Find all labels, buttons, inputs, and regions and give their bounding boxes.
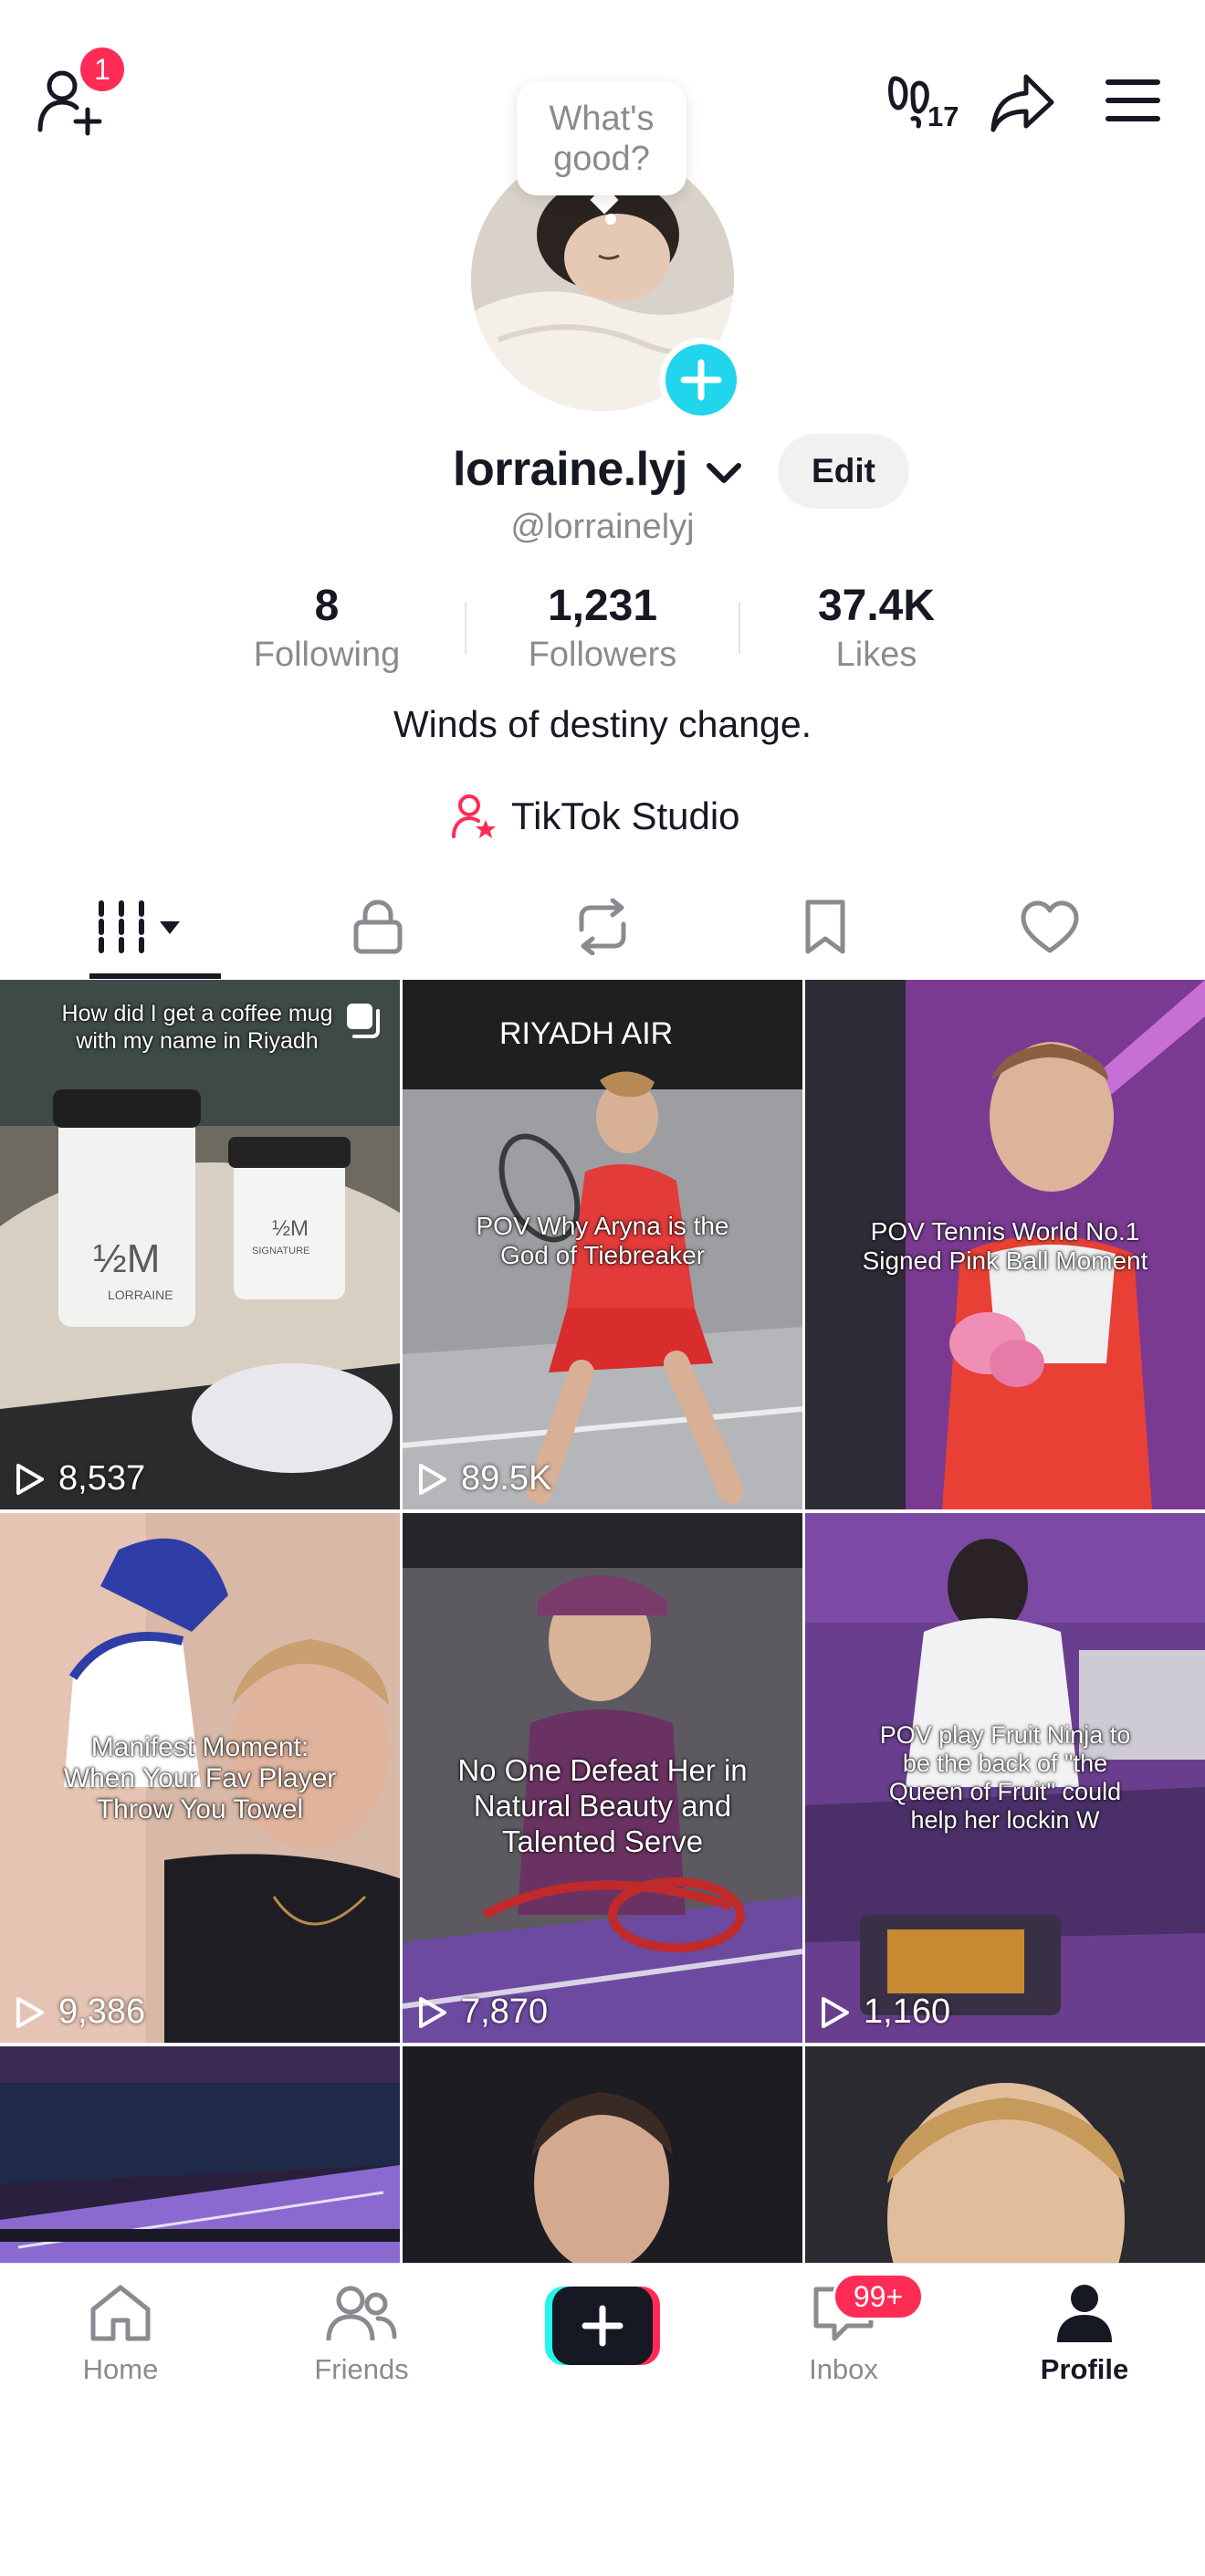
tiktok-studio-label: TikTok Studio bbox=[511, 794, 740, 837]
tab-videos[interactable] bbox=[22, 877, 263, 977]
home-icon bbox=[90, 2285, 151, 2341]
menu-button[interactable] bbox=[1105, 77, 1161, 124]
play-icon bbox=[419, 1463, 446, 1495]
share-button[interactable] bbox=[990, 69, 1055, 135]
inbox-badge: 99+ bbox=[833, 2273, 924, 2320]
repost-icon bbox=[579, 899, 626, 955]
play-icon bbox=[16, 1463, 44, 1495]
nav-profile-label: Profile bbox=[1040, 2353, 1129, 2385]
video-views-count: 1,160 bbox=[864, 1992, 951, 2031]
tab-saved[interactable] bbox=[705, 877, 946, 977]
video-views-count: 9,386 bbox=[58, 1992, 146, 2031]
studio-user-star-icon bbox=[452, 794, 496, 838]
video-tile[interactable]: POV play Fruit Ninja to be the back of "… bbox=[805, 1513, 1205, 2043]
stat-followers[interactable]: 1,231 Followers bbox=[484, 581, 721, 678]
video-caption: POV play Fruit Ninja to be the back of "… bbox=[879, 1721, 1131, 1834]
video-views-count: 89.5K bbox=[461, 1459, 552, 1498]
video-thumbnail: ½M LORRAINE ½M SIGNATURE bbox=[0, 980, 400, 1509]
mug-name-text: LORRAINE bbox=[108, 1288, 173, 1302]
friends-icon bbox=[326, 2286, 397, 2341]
bubble-line1: What's bbox=[549, 100, 655, 138]
play-icon bbox=[16, 1996, 44, 2028]
bookmark-icon bbox=[805, 899, 845, 954]
play-icon bbox=[419, 1996, 446, 2028]
plus-icon bbox=[545, 2287, 660, 2365]
video-thumbnail bbox=[0, 2046, 400, 2266]
share-icon bbox=[990, 74, 1054, 132]
stat-likes-label: Likes bbox=[835, 636, 917, 674]
mug-sub-text: SIGNATURE bbox=[252, 1246, 309, 1256]
stat-following-label: Following bbox=[253, 636, 401, 674]
stat-followers-value: 1,231 bbox=[547, 582, 658, 630]
video-caption: No One Defeat Her in Natural Beauty and … bbox=[457, 1753, 748, 1858]
video-thumbnail bbox=[403, 2046, 802, 2271]
display-name-text: lorraine.lyj bbox=[453, 443, 688, 496]
chevron-down-icon bbox=[706, 463, 741, 484]
nav-profile[interactable]: Profile bbox=[964, 2282, 1205, 2386]
hamburger-icon bbox=[1105, 79, 1160, 121]
video-tile[interactable]: POV Tennis World No.1 Signed Pink Ball M… bbox=[805, 980, 1205, 1509]
bio-text: Winds of destiny change. bbox=[393, 703, 812, 745]
username-count-label: 17 bbox=[927, 100, 959, 132]
plus-icon bbox=[680, 359, 722, 401]
video-views: 1,160 bbox=[820, 1992, 950, 2032]
multi-photo-icon bbox=[347, 1004, 380, 1038]
video-views: 89.5K bbox=[417, 1459, 551, 1498]
video-caption: POV Tennis World No.1 Signed Pink Ball M… bbox=[862, 1217, 1148, 1275]
video-views-count: 8,537 bbox=[58, 1459, 146, 1498]
video-thumbnail bbox=[805, 2046, 1205, 2357]
stat-likes-value: 37.4K bbox=[817, 582, 936, 630]
lock-icon bbox=[353, 899, 403, 954]
sponsor-banner-text: RIYADH AIR bbox=[499, 1016, 673, 1051]
video-views: 9,386 bbox=[15, 1992, 145, 2032]
video-caption: How did I get a coffee mug with my name … bbox=[61, 1001, 333, 1054]
video-tile[interactable]: ½M LORRAINE ½M SIGNATURE How did I get a… bbox=[0, 980, 400, 1509]
bubble-line2: good? bbox=[553, 140, 650, 178]
video-caption: Manifest Moment: When Your Fav Player Th… bbox=[63, 1732, 337, 1824]
tab-liked[interactable] bbox=[929, 877, 1170, 977]
bottom-nav: Home Friends Inbox 99+ Profile bbox=[0, 2263, 1205, 2491]
mug-brand-text-2: ½M bbox=[272, 1216, 309, 1241]
username-count-button[interactable]: 17 bbox=[887, 73, 964, 133]
stat-divider bbox=[739, 603, 740, 654]
create-button[interactable] bbox=[545, 2287, 660, 2365]
nav-inbox-label: Inbox bbox=[809, 2353, 878, 2385]
mug-brand-text: ½M bbox=[93, 1236, 160, 1281]
bubble-dot bbox=[605, 214, 616, 225]
tiktok-studio-link[interactable]: TikTok Studio bbox=[451, 789, 740, 844]
stat-following-value: 8 bbox=[314, 582, 340, 630]
grid-icon bbox=[99, 900, 180, 953]
active-tab-underline bbox=[89, 973, 221, 979]
video-views: 8,537 bbox=[15, 1459, 145, 1498]
status-bubble[interactable]: What's good? bbox=[517, 82, 686, 195]
add-avatar-button[interactable] bbox=[659, 338, 743, 422]
stat-followers-label: Followers bbox=[528, 636, 677, 674]
stat-divider bbox=[465, 603, 466, 654]
video-tile[interactable]: No One Defeat Her in Natural Beauty and … bbox=[403, 1513, 802, 2043]
video-caption: POV Why Aryna is the God of Tiebreaker bbox=[476, 1212, 729, 1269]
stat-likes[interactable]: 37.4K Likes bbox=[758, 581, 995, 678]
display-name[interactable]: lorraine.lyj bbox=[453, 442, 742, 497]
nav-home-label: Home bbox=[82, 2353, 159, 2385]
play-icon bbox=[822, 1996, 849, 2028]
video-views: 7,870 bbox=[417, 1992, 548, 2032]
video-tile[interactable]: Manifest Moment: When Your Fav Player Th… bbox=[0, 1513, 400, 2043]
profile-icon bbox=[1057, 2285, 1112, 2342]
video-tile[interactable]: RIYADH AIR POV Why Aryna is the God of T… bbox=[403, 980, 802, 1509]
stat-following[interactable]: 8 Following bbox=[208, 581, 445, 678]
tab-private[interactable] bbox=[257, 877, 498, 977]
edit-profile-button[interactable]: Edit bbox=[778, 434, 909, 509]
user-handle: @lorrainelyj bbox=[510, 508, 695, 546]
heart-icon bbox=[1021, 900, 1079, 953]
footprint-icon bbox=[888, 76, 929, 129]
nav-home[interactable]: Home bbox=[0, 2282, 241, 2386]
nav-friends-label: Friends bbox=[314, 2353, 409, 2385]
nav-friends[interactable]: Friends bbox=[241, 2282, 482, 2386]
add-friend-badge: 1 bbox=[80, 47, 124, 91]
video-views-count: 7,870 bbox=[461, 1992, 549, 2031]
tab-reposts[interactable] bbox=[482, 877, 723, 977]
